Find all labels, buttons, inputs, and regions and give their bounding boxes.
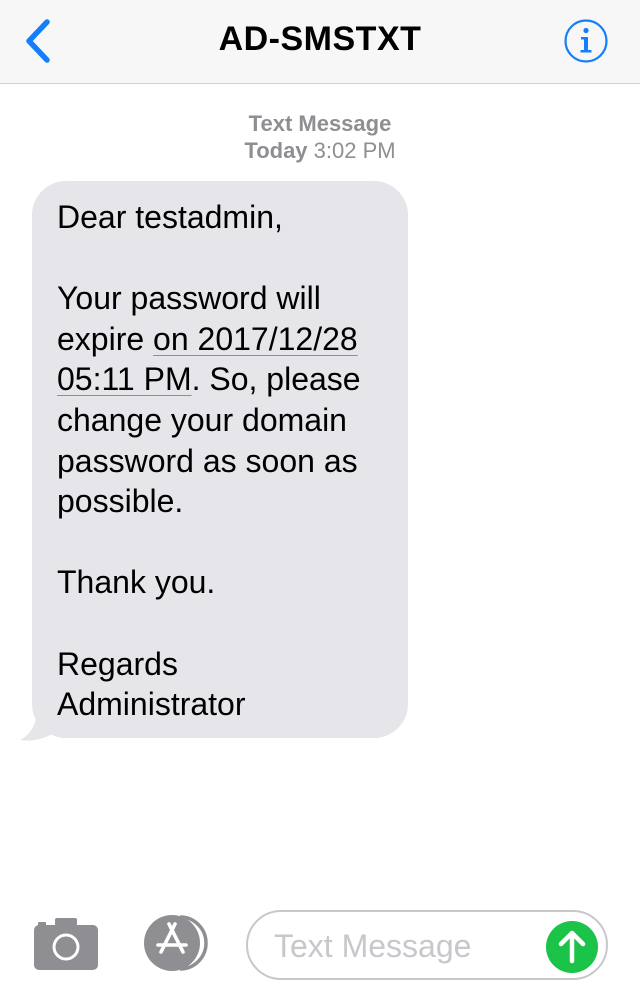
message-timestamp: Today 3:02 PM [0, 138, 640, 164]
message-body-line: Your password will [57, 280, 321, 317]
contact-title: AD-SMSTXT [218, 20, 422, 58]
message-greeting: Dear testadmin, [57, 199, 283, 235]
send-arrow-icon[interactable] [546, 921, 598, 973]
message-thanks: Thank you. [57, 564, 216, 601]
date-link[interactable]: on 2017/12/28 [153, 321, 358, 357]
timestamp-time: 3:02 PM [313, 138, 396, 163]
message-text: expire [57, 320, 154, 357]
message-body-line: password as soon as [57, 442, 358, 479]
message-body-line: 05:11 PM. So, please [57, 359, 388, 400]
message-input-placeholder: Text Message [274, 928, 472, 964]
message-bubble[interactable]: Dear testadmin, Your password will expir… [32, 181, 408, 738]
time-link[interactable]: 05:11 PM [57, 361, 192, 397]
navigation-bar: AD-SMSTXT [0, 0, 640, 84]
message-body-line: possible. [57, 483, 184, 520]
timestamp-day: Today [244, 138, 308, 163]
info-icon[interactable] [563, 18, 609, 64]
camera-icon[interactable] [33, 917, 99, 971]
app-store-icon[interactable] [140, 914, 212, 972]
message-body-line: expire on 2017/12/28 [57, 319, 388, 360]
service-label: Text Message [248, 111, 392, 136]
message-signature: Administrator [57, 686, 246, 723]
message-body-line: change your domain [57, 401, 347, 438]
message-text: . So, please [191, 361, 361, 398]
message-input[interactable]: Text Message [246, 910, 608, 980]
message-closing: Regards [57, 645, 178, 682]
